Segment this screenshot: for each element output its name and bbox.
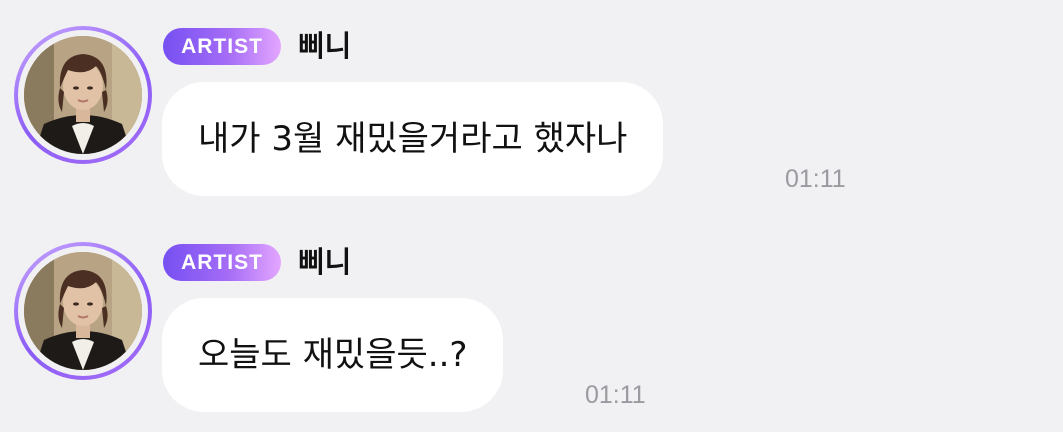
message-bubble[interactable]: 내가 3월 재밌을거라고 했자나 bbox=[162, 82, 664, 196]
sender-name[interactable]: 삐니 bbox=[298, 242, 351, 282]
avatar-photo bbox=[24, 36, 142, 154]
avatar-ring[interactable] bbox=[14, 242, 152, 380]
artist-badge: ARTIST bbox=[163, 244, 281, 281]
message-bubble[interactable]: 오늘도 재밌을듯..? bbox=[162, 298, 504, 412]
artist-badge: ARTIST bbox=[163, 28, 281, 65]
avatar bbox=[24, 252, 142, 370]
avatar-photo bbox=[24, 252, 142, 370]
avatar bbox=[24, 36, 142, 154]
message-timestamp: 01:11 bbox=[585, 381, 646, 409]
avatar-ring[interactable] bbox=[14, 26, 152, 164]
message-timestamp: 01:11 bbox=[785, 165, 846, 193]
sender-name[interactable]: 삐니 bbox=[298, 26, 351, 66]
